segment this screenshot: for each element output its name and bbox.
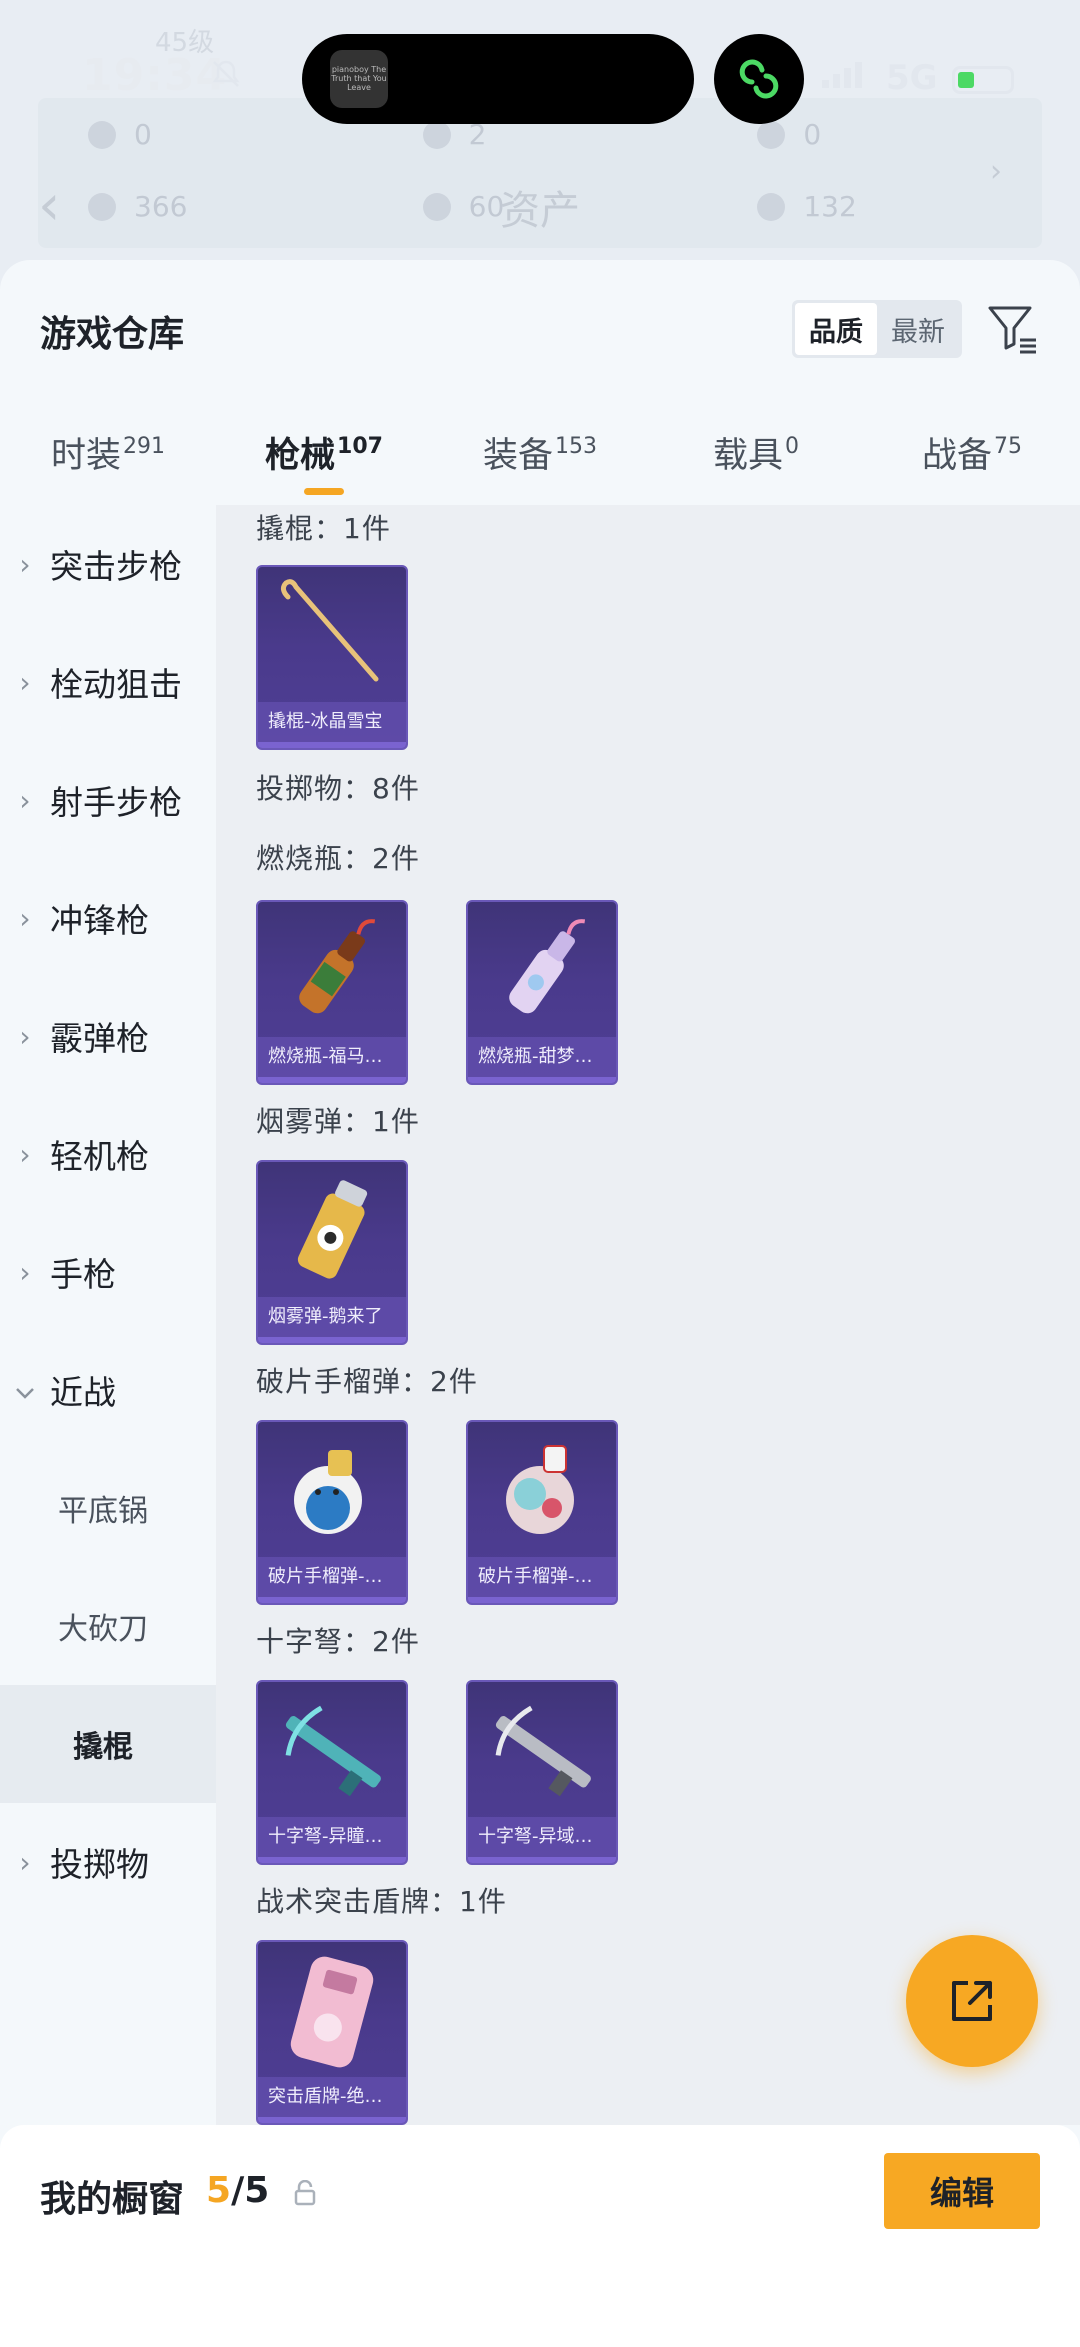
item-name: 突击盾牌-绝… bbox=[258, 2077, 406, 2117]
chevron-down-icon bbox=[0, 1374, 50, 1407]
link-icon[interactable] bbox=[714, 34, 804, 124]
section-label-shield: 战术突击盾牌：1件 bbox=[256, 1885, 507, 1918]
chevron-right-icon: › bbox=[19, 665, 31, 699]
item-card-crowbar[interactable]: 撬棍-冰晶雪宝 bbox=[256, 565, 408, 750]
section-label-smoke: 烟雾弹：1件 bbox=[256, 1105, 420, 1138]
item-name: 破片手榴弹-… bbox=[258, 1557, 406, 1597]
section-label-frag: 破片手榴弹：2件 bbox=[256, 1365, 478, 1398]
background-title: 资产 bbox=[500, 188, 580, 234]
sort-newest-button[interactable]: 最新 bbox=[877, 303, 959, 355]
item-card-crossbow[interactable]: 十字弩-异瞳… bbox=[256, 1680, 408, 1865]
tab-equipment[interactable]: 装备153 bbox=[432, 415, 648, 505]
tab-firearms[interactable]: 枪械107 bbox=[216, 415, 432, 505]
item-card-molotov[interactable]: 燃烧瓶-甜梦… bbox=[466, 900, 618, 1085]
sidebar-item-smg[interactable]: › 冲锋枪 bbox=[0, 859, 216, 977]
item-name: 烟雾弹-鹅来了 bbox=[258, 1297, 406, 1337]
chevron-right-icon: › bbox=[19, 901, 31, 935]
item-name: 燃烧瓶-福马… bbox=[258, 1037, 406, 1077]
item-card-frag-grenade[interactable]: 破片手榴弹-… bbox=[466, 1420, 618, 1605]
share-icon bbox=[952, 1981, 992, 2021]
network-type: 5G bbox=[886, 58, 938, 98]
section-label-crossbow: 十字弩：2件 bbox=[256, 1625, 420, 1658]
tab-fashion[interactable]: 时装291 bbox=[0, 415, 216, 505]
chevron-right-icon: › bbox=[19, 1845, 31, 1879]
chevron-right-icon: › bbox=[19, 1137, 31, 1171]
item-name: 燃烧瓶-甜梦… bbox=[468, 1037, 616, 1077]
sidebar-subitem-frying-pan[interactable]: 平底锅 bbox=[0, 1449, 216, 1567]
section-label-crowbar: 撬棍：1件 bbox=[256, 512, 391, 545]
item-name: 破片手榴弹-… bbox=[468, 1557, 616, 1597]
item-name: 十字弩-异域… bbox=[468, 1817, 616, 1857]
crowbar-icon bbox=[280, 579, 379, 682]
sidebar-subitem-machete[interactable]: 大砍刀 bbox=[0, 1567, 216, 1685]
frag-grenade-icon bbox=[294, 1450, 362, 1534]
tab-tactical[interactable]: 战备75 bbox=[864, 415, 1080, 505]
item-name: 十字弩-异瞳… bbox=[258, 1817, 406, 1857]
molotov-bottle-icon bbox=[299, 919, 376, 1014]
sort-quality-button[interactable]: 品质 bbox=[795, 303, 877, 355]
mute-bell-icon bbox=[212, 60, 240, 87]
smoke-grenade-icon bbox=[297, 1180, 368, 1279]
showcase-count: 5/5 bbox=[206, 2170, 270, 2211]
sidebar-item-throwables[interactable]: › 投掷物 bbox=[0, 1803, 216, 1921]
signal-icon bbox=[822, 62, 862, 88]
category-tabs: 时装291 枪械107 装备153 载具0 战备75 bbox=[0, 415, 1080, 505]
battery-icon bbox=[952, 66, 1014, 94]
sidebar-item-shotgun[interactable]: › 霰弹枪 bbox=[0, 977, 216, 1095]
item-card-crossbow[interactable]: 十字弩-异域… bbox=[466, 1680, 618, 1865]
sidebar-item-melee[interactable]: 近战 bbox=[0, 1331, 216, 1449]
chevron-right-icon: › bbox=[19, 1019, 31, 1053]
crossbow-icon bbox=[495, 1705, 591, 1797]
dynamic-island[interactable]: pianoboy The Truth that You Leave bbox=[302, 34, 694, 124]
item-card-smoke-grenade[interactable]: 烟雾弹-鹅来了 bbox=[256, 1160, 408, 1345]
chevron-right-icon: › bbox=[990, 154, 1002, 189]
sort-toggle: 品质 最新 bbox=[792, 300, 962, 358]
item-card-assault-shield[interactable]: 突击盾牌-绝… bbox=[256, 1940, 408, 2125]
filter-icon[interactable] bbox=[984, 300, 1040, 356]
sidebar-item-pistol[interactable]: › 手枪 bbox=[0, 1213, 216, 1331]
showcase-title: 我的橱窗 bbox=[40, 2179, 185, 2220]
item-card-molotov[interactable]: 燃烧瓶-福马… bbox=[256, 900, 408, 1085]
frag-grenade-icon bbox=[506, 1445, 574, 1534]
showcase-bar: 我的橱窗 5/5 编辑 bbox=[0, 2125, 1080, 2347]
chevron-right-icon: › bbox=[19, 783, 31, 817]
lock-icon bbox=[294, 2180, 316, 2206]
sheet-title: 游戏仓库 bbox=[40, 314, 185, 355]
weapon-category-sidebar: › 突击步枪 › 栓动狙击 › 射手步枪 › 冲锋枪 › 霰弹枪 › 轻机枪 › 手枪 近战 … bbox=[0, 505, 216, 2125]
music-app-icon: pianoboy The Truth that You Leave bbox=[330, 50, 388, 108]
back-icon[interactable]: ‹ bbox=[38, 178, 60, 234]
crossbow-icon bbox=[285, 1705, 381, 1797]
chevron-right-icon: › bbox=[19, 1255, 31, 1289]
share-button[interactable] bbox=[906, 1935, 1038, 2067]
sidebar-item-bolt-sniper[interactable]: › 栓动狙击 bbox=[0, 623, 216, 741]
status-time: 19:34 bbox=[82, 50, 228, 101]
section-label-throwables: 投掷物：8件 bbox=[256, 772, 420, 805]
chevron-right-icon: › bbox=[19, 547, 31, 581]
sidebar-item-marksman-rifle[interactable]: › 射手步枪 bbox=[0, 741, 216, 859]
section-label-molotov: 燃烧瓶：2件 bbox=[256, 842, 420, 875]
sidebar-subitem-crowbar[interactable]: 撬棍 bbox=[0, 1685, 216, 1803]
sidebar-item-lmg[interactable]: › 轻机枪 bbox=[0, 1095, 216, 1213]
item-name: 撬棍-冰晶雪宝 bbox=[258, 702, 406, 742]
sidebar-item-assault-rifle[interactable]: › 突击步枪 bbox=[0, 505, 216, 623]
molotov-bottle-icon bbox=[509, 919, 586, 1014]
shield-icon bbox=[290, 1956, 374, 2068]
edit-button[interactable]: 编辑 bbox=[884, 2153, 1040, 2229]
item-card-frag-grenade[interactable]: 破片手榴弹-… bbox=[256, 1420, 408, 1605]
tab-vehicles[interactable]: 载具0 bbox=[648, 415, 864, 505]
item-grid: 撬棍：1件 撬棍-冰晶雪宝 投掷物：8件 燃烧瓶：2件 燃烧瓶-福马… 燃烧瓶-… bbox=[216, 505, 1080, 2125]
